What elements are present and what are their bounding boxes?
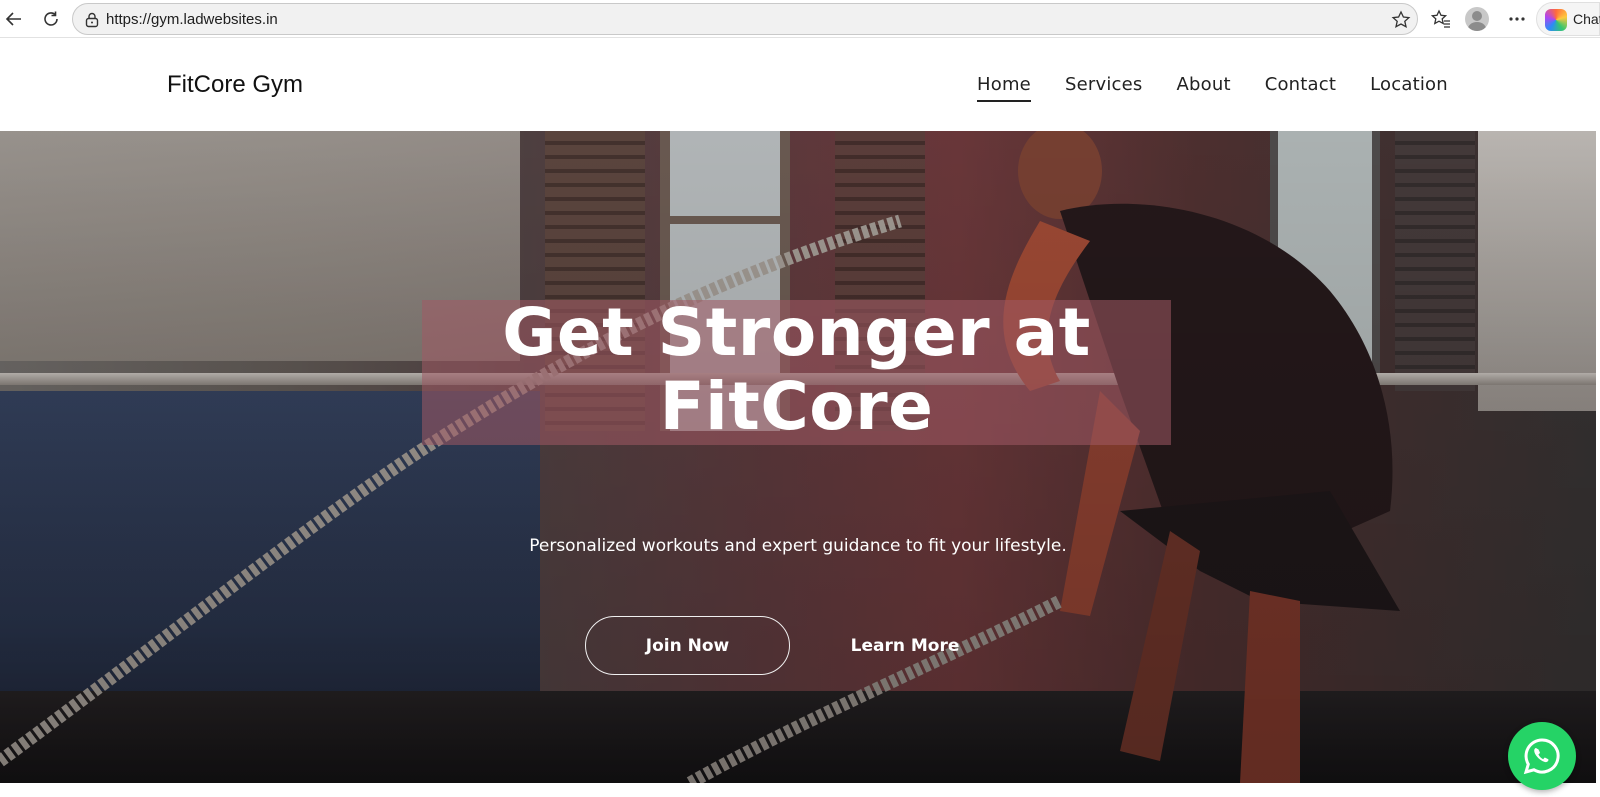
nav-home[interactable]: Home [977,74,1031,102]
site-logo[interactable]: FitCore Gym [167,71,303,99]
profile-icon[interactable] [1465,7,1489,31]
favorites-icon[interactable] [1429,7,1453,31]
nav-contact[interactable]: Contact [1265,74,1336,102]
join-now-button[interactable]: Join Now [585,616,790,675]
whatsapp-icon [1523,738,1560,775]
more-icon[interactable] [1505,7,1529,31]
hero-headline-line-2: FitCore [659,368,934,445]
learn-more-button[interactable]: Learn More [830,616,980,675]
reload-icon[interactable] [39,7,63,31]
lock-icon[interactable] [85,12,99,33]
star-icon[interactable] [1391,10,1411,35]
url-text[interactable]: https://gym.ladwebsites.in [106,11,278,28]
hero-headline: Get Stronger at FitCore [422,296,1171,444]
nav-location[interactable]: Location [1370,74,1448,102]
copilot-label: Chat [1573,11,1600,27]
site-header: FitCore Gym Home Services About Contact … [0,38,1600,131]
whatsapp-button[interactable] [1508,722,1576,790]
nav-services[interactable]: Services [1065,74,1143,102]
hero-section: Get Stronger at FitCore Personalized wor… [0,131,1596,783]
copilot-icon [1545,9,1567,31]
hero-headline-line-1: Get Stronger at [502,294,1091,371]
copilot-button[interactable]: Chat [1536,2,1600,36]
nav-about[interactable]: About [1176,74,1230,102]
main-nav: Home Services About Contact Location [977,74,1448,102]
address-bar[interactable]: https://gym.ladwebsites.in [72,3,1418,35]
back-icon[interactable] [2,7,26,31]
browser-toolbar: https://gym.ladwebsites.in Chat [0,0,1600,38]
hero-subtitle: Personalized workouts and expert guidanc… [529,536,1067,556]
